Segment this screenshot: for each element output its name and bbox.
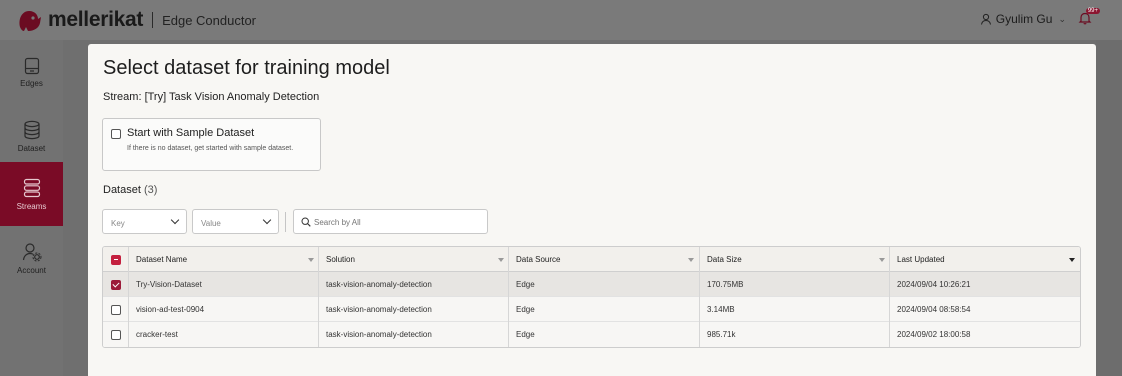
column-header-data-source[interactable]: Data Source [509,247,699,272]
user-menu[interactable]: Gyulim Gu ⌄ [980,12,1066,26]
column-header-data-size[interactable]: Data Size [700,247,890,272]
sort-icon[interactable] [879,258,885,262]
sidebar: Edges Dataset Streams Account [0,40,63,376]
cell-data-source: Edge [516,330,535,339]
column-header-solution[interactable]: Solution [319,247,509,272]
sidebar-item-dataset[interactable]: Dataset [0,104,63,168]
column-divider[interactable] [889,247,890,347]
sample-dataset-title: Start with Sample Dataset [127,127,255,139]
sample-dataset-description: If there is no dataset, get started with… [127,145,294,152]
stream-label: Stream: [Try] Task Vision Anomaly Detect… [103,91,320,103]
table-row[interactable]: vision-ad-test-0904 task-vision-anomaly-… [103,297,1080,322]
search-input[interactable] [314,215,479,229]
column-divider[interactable] [699,247,700,347]
column-header-dataset-name[interactable]: Dataset Name [129,247,319,272]
chevron-down-icon: ⌄ [1058,13,1066,24]
chevron-down-icon [262,215,272,225]
cell-dataset-name: cracker-test [136,330,178,339]
sort-icon[interactable] [308,258,314,262]
column-divider[interactable] [508,247,509,347]
select-dataset-modal: Select dataset for training model Stream… [88,44,1096,376]
value-select-placeholder: Value [201,219,221,228]
database-icon [23,120,40,139]
cell-dataset-name: vision-ad-test-0904 [136,305,205,314]
cell-data-size: 170.75MB [707,280,744,289]
key-select-placeholder: Key [111,219,125,228]
row-checkbox[interactable] [111,330,121,340]
sort-icon[interactable] [498,258,504,262]
search-icon [301,217,311,227]
column-header-last-updated[interactable]: Last Updated [890,247,1080,272]
streams-icon [23,178,40,197]
key-select[interactable]: Key [102,209,187,234]
app-header: mellerikat Edge Conductor Gyulim Gu ⌄ 99… [0,0,1122,40]
sidebar-item-edges[interactable]: Edges [0,40,63,104]
notification-button[interactable]: 99+ [1078,8,1100,27]
user-name: Gyulim Gu [995,12,1053,26]
chevron-down-icon [170,215,180,225]
mellerikat-logo-icon [19,11,41,31]
sidebar-item-streams[interactable]: Streams [0,162,63,226]
dataset-count: (3) [143,184,158,196]
table-row[interactable]: cracker-test task-vision-anomaly-detecti… [103,322,1080,347]
modal-backdrop[interactable] [1096,40,1122,376]
filter-divider [285,212,286,232]
notification-badge: 99+ [1085,8,1100,14]
dataset-label: Dataset [103,184,141,196]
header-divider [152,12,154,28]
edge-device-icon [24,57,39,74]
select-all-checkbox[interactable] [111,255,121,265]
app-name: Edge Conductor [162,12,257,28]
cell-data-size: 3.14MB [707,305,735,314]
search-box[interactable] [293,209,488,234]
cell-last-updated: 2024/09/04 08:58:54 [897,305,971,314]
sort-desc-icon[interactable] [1069,258,1075,262]
cell-data-source: Edge [516,280,535,289]
sidebar-item-label: Edges [20,78,43,88]
cell-data-source: Edge [516,305,535,314]
sidebar-item-label: Account [17,265,46,275]
sample-dataset-option[interactable]: Start with Sample Dataset If there is no… [102,118,321,171]
brand-logo[interactable]: mellerikat [16,7,143,33]
modal-title: Select dataset for training model [103,57,390,79]
column-divider[interactable] [318,247,319,347]
dataset-heading: Dataset (3) [103,184,157,196]
sort-icon[interactable] [688,258,694,262]
dataset-table: Dataset Name Solution Data Source Data S… [102,246,1081,348]
cell-data-size: 985.71k [707,330,736,339]
sidebar-item-account[interactable]: Account [0,226,63,290]
cell-dataset-name: Try-Vision-Dataset [136,280,202,289]
cell-solution: task-vision-anomaly-detection [326,305,432,314]
row-checkbox[interactable] [111,305,121,315]
account-settings-icon [22,242,41,261]
table-header-row: Dataset Name Solution Data Source Data S… [103,247,1080,272]
sidebar-item-label: Streams [16,201,47,211]
cell-last-updated: 2024/09/04 10:26:21 [897,280,971,289]
column-divider [128,247,129,347]
cell-solution: task-vision-anomaly-detection [326,330,432,339]
row-checkbox[interactable] [111,280,121,290]
sidebar-item-label: Dataset [17,143,46,153]
cell-solution: task-vision-anomaly-detection [326,280,432,289]
user-icon [980,13,991,25]
cell-last-updated: 2024/09/02 18:00:58 [897,330,971,339]
sample-dataset-checkbox[interactable] [111,129,121,139]
value-select[interactable]: Value [192,209,279,234]
table-row[interactable]: Try-Vision-Dataset task-vision-anomaly-d… [103,272,1080,297]
brand-name: mellerikat [48,8,144,31]
